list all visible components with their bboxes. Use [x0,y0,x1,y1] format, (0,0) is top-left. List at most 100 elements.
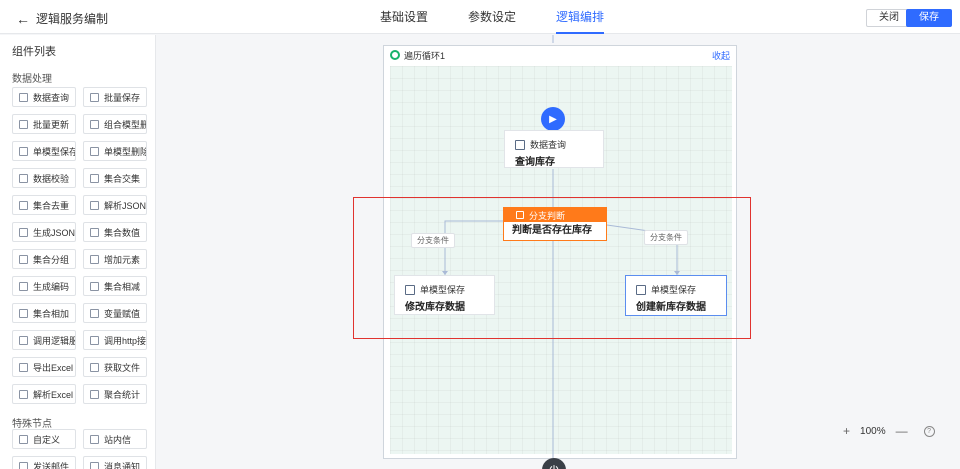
back-button[interactable]: ← 逻辑服务编制 [16,10,108,27]
component-item[interactable]: 集合相减 [83,276,147,296]
node-type: 分支判断 [529,210,566,221]
component-item[interactable]: 调用http接口 [83,330,147,350]
start-node-play-icon[interactable]: ▶ [541,107,565,131]
component-item[interactable]: 解析JSON [83,195,147,215]
node-branch-check-stock[interactable]: 分支判断 判断是否存在库存 [503,207,607,241]
component-label: 集合相加 [33,308,70,319]
component-item[interactable]: 单模型保存 [12,141,76,161]
component-item[interactable]: 集合去重 [12,195,76,215]
custom-icon [19,434,28,444]
minus-icon [90,281,99,291]
component-item[interactable]: 调用逻辑服务 [12,330,76,350]
tab-basic-settings[interactable]: 基础设置 [380,0,428,34]
component-label: 集合去重 [33,200,70,211]
node-type: 数据查询 [530,140,567,150]
component-label: 数据校验 [33,173,70,184]
component-item[interactable]: 增加元素 [83,249,147,269]
component-label: 单模型删除 [104,146,147,157]
component-item[interactable]: 集合分组 [12,249,76,269]
zoom-in-button[interactable]: + [843,424,850,438]
component-item[interactable]: 聚合统计 [83,384,147,404]
component-item[interactable]: 生成编码 [12,276,76,296]
component-item[interactable]: 发送邮件 [12,456,76,469]
export-icon [19,362,28,372]
node-type: 单模型保存 [651,285,697,295]
node-create-stock[interactable]: 单模型保存 创建新库存数据 [625,275,727,316]
save-icon [405,284,415,295]
node-label: 创建新库存数据 [636,302,706,313]
intersect-icon [90,173,99,183]
tab-parameter-settings[interactable]: 参数设定 [468,0,516,34]
variable-icon [90,308,99,318]
tab-logic-orchestration[interactable]: 逻辑编排 [556,0,605,34]
mail-icon [19,461,28,469]
component-label: 获取文件 [104,362,141,373]
zoom-controls: + 100% — ? [843,421,935,441]
component-label: 调用逻辑服务 [33,335,75,346]
component-item[interactable]: 生成JSON [12,222,76,242]
component-label: 批量保存 [104,92,141,103]
component-label: 生成编码 [33,281,70,292]
service-icon [19,335,28,345]
connector-lines [442,35,680,458]
save-button[interactable]: 保存 [906,9,952,27]
component-item[interactable]: 批量保存 [83,87,147,107]
section-title: 数据处理 [12,74,52,85]
component-item[interactable]: 自定义 [12,429,76,449]
component-item[interactable]: 消息通知 [83,456,147,469]
table-search-icon [515,139,525,150]
help-icon[interactable]: ? [923,425,935,437]
component-label: 解析JSON [104,200,147,211]
component-panel: 组件列表 数据处理数据查询 批量保存批量更新 组合模型删除单模型保存 单模型删除数据校… [0,35,156,469]
dedupe-icon [19,200,28,210]
component-item[interactable]: 集合数值 [83,222,147,242]
node-label: 修改库存数据 [405,302,465,313]
component-label: 批量更新 [33,119,70,130]
component-item[interactable]: 批量更新 [12,114,76,134]
component-item[interactable]: 站内信 [83,429,147,449]
component-item[interactable]: 组合模型删除 [83,114,147,134]
component-label: 站内信 [104,434,132,445]
http-icon [90,335,99,345]
branch-icon [516,211,524,219]
component-item[interactable]: 单模型删除 [83,141,147,161]
node-update-stock[interactable]: 单模型保存 修改库存数据 [394,275,495,315]
component-item[interactable]: 导出Excel [12,357,76,377]
section-title: 特殊节点 [12,419,52,430]
component-item[interactable]: 数据查询 [12,87,76,107]
code-icon [19,281,28,291]
branch-condition-right[interactable]: 分支条件 [644,230,688,245]
page-title: 逻辑服务编制 [36,12,109,26]
save-icon [636,284,646,295]
delete-icon [90,119,99,129]
component-item[interactable]: 集合交集 [83,168,147,188]
component-label: 消息通知 [104,461,141,469]
component-item[interactable]: 数据校验 [12,168,76,188]
stats-icon [90,389,99,399]
table-search-icon [19,92,28,102]
save-icon [19,146,28,156]
component-item[interactable]: 解析Excel [12,384,76,404]
branch-condition-left[interactable]: 分支条件 [411,233,455,248]
excel-icon [19,389,28,399]
component-label: 导出Excel [33,362,74,373]
component-label: 生成JSON [33,227,76,238]
component-label: 自定义 [33,434,61,445]
component-item[interactable]: 集合相加 [12,303,76,323]
component-label: 集合相减 [104,281,141,292]
tab-bar: 基础设置 参数设定 逻辑编排 [380,0,644,34]
delete-icon [90,146,99,156]
plus-icon [19,308,28,318]
flow-canvas[interactable]: 遍历循环1 收起 ▶ 数据查询 查询库存 分支判断 判断是否存在库存 分支条件 … [157,35,960,469]
panel-title: 组件列表 [12,46,56,58]
node-query-stock[interactable]: 数据查询 查询库存 [504,130,604,168]
component-item[interactable]: 变量赋值 [83,303,147,323]
zoom-out-button[interactable]: — [896,424,908,438]
number-icon [90,227,99,237]
message-icon [90,434,99,444]
component-item[interactable]: 获取文件 [83,357,147,377]
component-label: 单模型保存 [33,146,76,157]
check-icon [19,173,28,183]
component-label: 集合分组 [33,254,70,265]
component-label: 集合数值 [104,227,141,238]
